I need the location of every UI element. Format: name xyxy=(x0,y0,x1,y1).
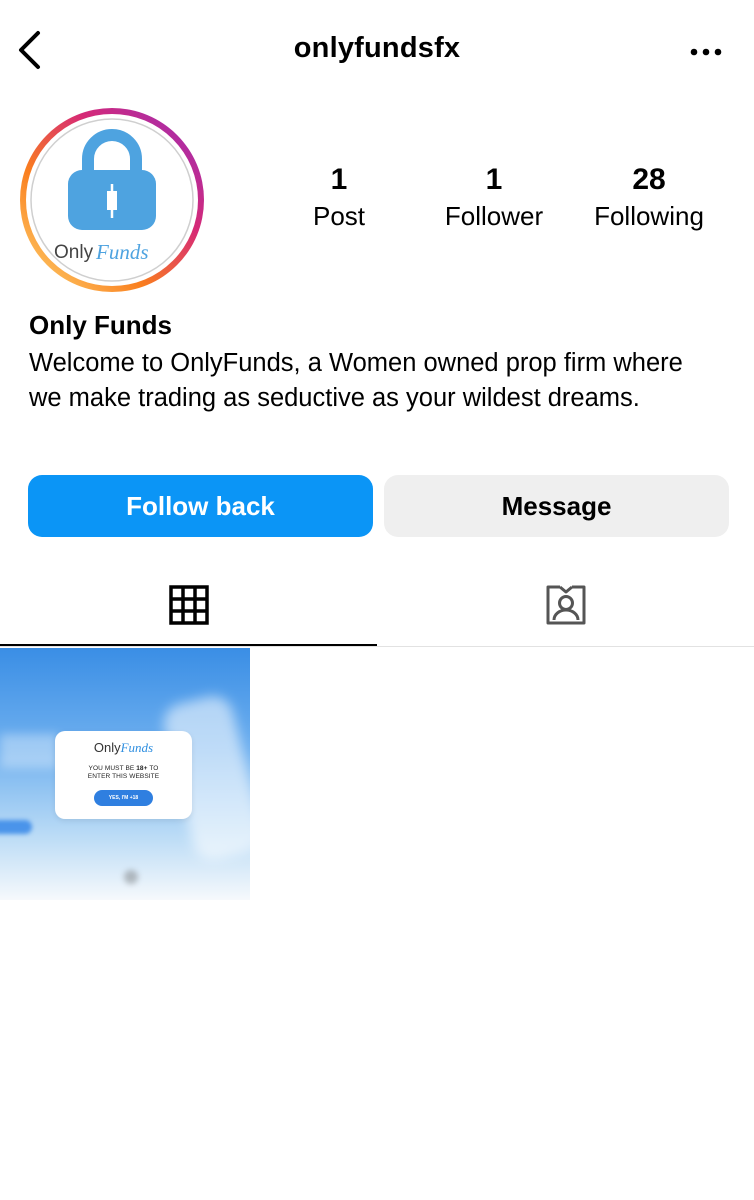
blurred-dot xyxy=(124,870,138,884)
modal-enter-line: ENTER THIS WEBSITE xyxy=(87,773,160,780)
more-horizontal-icon xyxy=(690,48,722,56)
profile-username: onlyfundsfx xyxy=(293,32,461,64)
followers-count[interactable]: 1 Follower xyxy=(414,162,574,234)
modal-logo: OnlyFunds xyxy=(93,740,154,755)
more-options-button[interactable] xyxy=(688,40,724,64)
posts-count-value: 1 xyxy=(330,163,348,196)
grid-icon xyxy=(168,584,209,625)
profile-tabs xyxy=(0,565,754,647)
svg-text:Only: Only xyxy=(54,242,94,263)
age-gate-modal: OnlyFunds YOU MUST BE 18+ TO ENTER THIS … xyxy=(55,731,192,819)
following-count-value: 28 xyxy=(632,163,666,196)
modal-confirm-button: YES, I'M +18 xyxy=(94,790,153,806)
message-button[interactable]: Message xyxy=(384,475,729,537)
tab-posts-grid[interactable] xyxy=(0,565,377,646)
posts-count-label: Post xyxy=(312,201,366,231)
followers-count-label: Follower xyxy=(444,201,544,231)
tab-tagged[interactable] xyxy=(377,565,754,645)
modal-age-line: YOU MUST BE 18+ TO xyxy=(88,765,159,772)
followers-count-value: 1 xyxy=(485,163,503,196)
post-thumbnail[interactable]: OnlyFunds YOU MUST BE 18+ TO ENTER THIS … xyxy=(0,648,250,900)
following-count[interactable]: 28 Following xyxy=(569,162,729,234)
profile-display-name: Only Funds xyxy=(29,310,172,340)
blurred-button-shape xyxy=(0,820,32,834)
profile-bio: Welcome to OnlyFunds, a Women owned prop… xyxy=(29,349,683,412)
profile-header: onlyfundsfx xyxy=(0,0,754,100)
tagged-person-icon xyxy=(546,585,585,625)
blurred-background-text xyxy=(0,734,58,768)
posts-count[interactable]: 1 Post xyxy=(259,162,419,234)
svg-text:Funds: Funds xyxy=(95,240,149,264)
follow-back-button[interactable]: Follow back xyxy=(28,475,373,537)
following-count-label: Following xyxy=(594,201,704,231)
profile-avatar[interactable]: Only Funds xyxy=(16,104,208,296)
